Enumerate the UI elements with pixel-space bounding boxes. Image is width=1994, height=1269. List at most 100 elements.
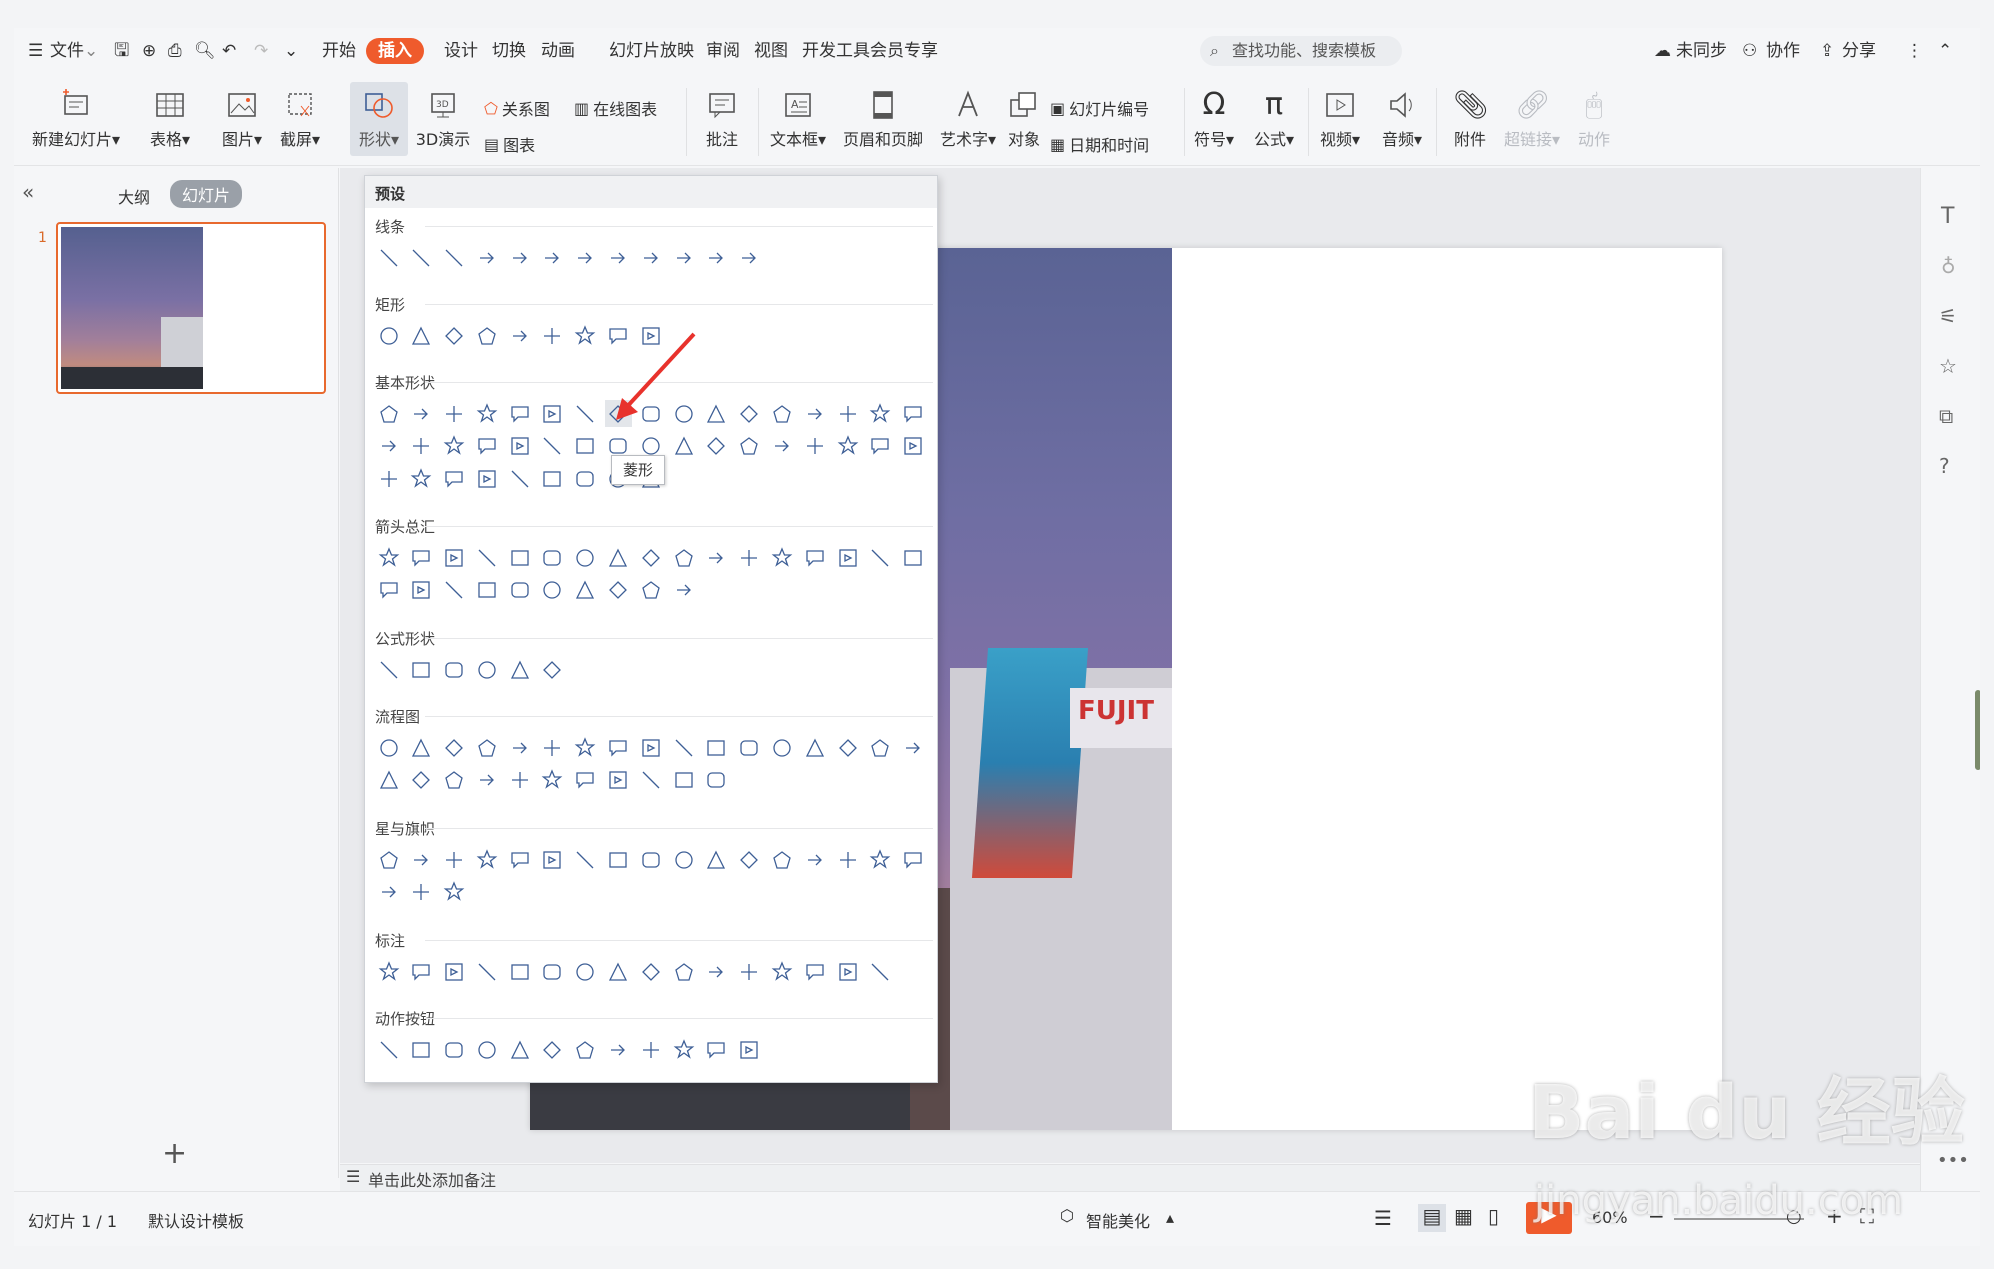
shape-item-icon[interactable] xyxy=(539,656,566,683)
shape-item-icon[interactable] xyxy=(375,958,402,985)
new-slide-button[interactable]: 新建幻灯片▾ xyxy=(28,88,124,150)
shape-item-icon[interactable] xyxy=(900,544,927,571)
shape-item-icon[interactable] xyxy=(408,656,435,683)
slides-tab[interactable]: 幻灯片 xyxy=(170,180,243,208)
shape-item-icon[interactable] xyxy=(736,958,763,985)
table-button[interactable]: 表格▾ xyxy=(146,88,194,150)
reading-view-icon[interactable]: ▯ xyxy=(1488,1204,1499,1228)
shape-item-icon[interactable] xyxy=(572,244,599,271)
comment-button[interactable]: 批注 xyxy=(698,88,746,150)
shape-item-icon[interactable] xyxy=(539,577,566,604)
shape-item-icon[interactable] xyxy=(408,734,435,761)
shape-item-icon[interactable] xyxy=(441,244,468,271)
transition-icon[interactable]: ⧉ xyxy=(1939,404,1953,428)
shape-item-icon[interactable] xyxy=(539,544,566,571)
shape-item-icon[interactable] xyxy=(703,544,730,571)
shape-item-icon[interactable] xyxy=(736,433,763,460)
shape-item-icon[interactable] xyxy=(736,244,763,271)
shape-item-icon[interactable] xyxy=(473,244,500,271)
shape-item-icon[interactable] xyxy=(539,958,566,985)
shape-item-icon[interactable] xyxy=(769,433,796,460)
shape-item-icon[interactable] xyxy=(769,400,796,427)
tab-transition[interactable]: 切换 xyxy=(492,38,526,64)
scrollbar-handle[interactable] xyxy=(1975,690,1980,770)
shape-item-icon[interactable] xyxy=(506,1036,533,1063)
shape-item-icon[interactable] xyxy=(637,958,664,985)
shape-item-icon[interactable] xyxy=(670,767,697,794)
shape-item-icon[interactable] xyxy=(572,544,599,571)
attachment-button[interactable]: 📎︎ 附件 xyxy=(1446,88,1494,150)
shape-item-icon[interactable] xyxy=(637,544,664,571)
shape-item-icon[interactable] xyxy=(867,433,894,460)
shape-item-icon[interactable] xyxy=(506,400,533,427)
share-button[interactable]: 分享 xyxy=(1842,38,1876,64)
shape-item-icon[interactable] xyxy=(375,734,402,761)
shape-item-icon[interactable] xyxy=(736,734,763,761)
notes-toggle-icon[interactable]: ☰ xyxy=(1374,1206,1392,1230)
shape-item-icon[interactable] xyxy=(670,1036,697,1063)
shape-item-icon[interactable] xyxy=(441,958,468,985)
shape-item-icon[interactable] xyxy=(637,1036,664,1063)
online-chart-button[interactable]: ▥ 在线图表 xyxy=(574,96,657,120)
shape-item-icon[interactable] xyxy=(408,465,435,492)
shape-item-icon[interactable] xyxy=(375,656,402,683)
shape-item-icon[interactable] xyxy=(539,322,566,349)
shape-item-icon[interactable] xyxy=(703,244,730,271)
shape-item-icon[interactable] xyxy=(473,400,500,427)
shape-item-icon[interactable] xyxy=(637,244,664,271)
shape-item-icon[interactable] xyxy=(670,846,697,873)
tab-developer[interactable]: 开发工具 xyxy=(802,38,870,64)
shape-item-icon[interactable] xyxy=(408,400,435,427)
shape-item-icon[interactable] xyxy=(834,846,861,873)
slide-thumbnail[interactable] xyxy=(56,222,326,394)
shape-item-icon[interactable] xyxy=(506,846,533,873)
tab-design[interactable]: 设计 xyxy=(444,38,478,64)
share-icon[interactable]: ⇪ xyxy=(1820,38,1834,64)
shape-item-icon[interactable] xyxy=(769,958,796,985)
smartart-button[interactable]: ⬠ 关系图 xyxy=(484,96,550,120)
symbol-button[interactable]: Ω 符号▾ xyxy=(1190,88,1238,150)
chevron-down-icon[interactable]: ⌄ xyxy=(84,38,98,64)
shape-item-icon[interactable] xyxy=(441,465,468,492)
shape-item-icon[interactable] xyxy=(506,322,533,349)
shape-item-icon[interactable] xyxy=(408,1036,435,1063)
shape-item-icon[interactable] xyxy=(441,400,468,427)
chevron-up-icon[interactable]: ▴ xyxy=(1166,1208,1174,1227)
shape-item-icon[interactable] xyxy=(506,433,533,460)
shape-item-icon[interactable] xyxy=(605,577,632,604)
video-button[interactable]: 视频▾ xyxy=(1316,88,1364,150)
beautify-button[interactable]: 智能美化 xyxy=(1086,1208,1150,1232)
tab-view[interactable]: 视图 xyxy=(754,38,788,64)
header-footer-button[interactable]: 页眉和页脚 xyxy=(840,88,926,150)
shape-item-icon[interactable] xyxy=(900,846,927,873)
shape-item-icon[interactable] xyxy=(473,958,500,985)
shape-item-icon[interactable] xyxy=(441,544,468,571)
screenshot-button[interactable]: 截屏▾ xyxy=(276,88,324,150)
cloud-sync-icon[interactable]: ☁ xyxy=(1654,38,1671,64)
shape-item-icon[interactable] xyxy=(572,1036,599,1063)
shape-item-icon[interactable] xyxy=(801,958,828,985)
shape-item-icon[interactable] xyxy=(703,958,730,985)
shape-item-icon[interactable] xyxy=(539,244,566,271)
shape-item-icon[interactable] xyxy=(473,465,500,492)
star-icon[interactable]: ☆ xyxy=(1939,354,1957,378)
shape-item-icon[interactable] xyxy=(408,958,435,985)
shape-item-icon[interactable] xyxy=(900,433,927,460)
shape-item-icon[interactable] xyxy=(375,1036,402,1063)
shape-item-icon[interactable] xyxy=(375,879,402,906)
shape-item-icon[interactable] xyxy=(506,465,533,492)
shape-item-icon[interactable] xyxy=(834,400,861,427)
shape-item-icon[interactable] xyxy=(703,846,730,873)
shape-item-icon[interactable] xyxy=(572,846,599,873)
textbox-button[interactable]: A 文本框▾ xyxy=(766,88,830,150)
shape-item-icon[interactable] xyxy=(506,656,533,683)
customize-icon[interactable]: ⌄ xyxy=(284,38,298,64)
shape-item-icon[interactable] xyxy=(539,1036,566,1063)
shape-item-icon[interactable] xyxy=(473,1036,500,1063)
shape-item-icon[interactable] xyxy=(408,879,435,906)
3d-demo-button[interactable]: 3D 3D演示 xyxy=(414,88,472,150)
outline-tab[interactable]: 大纲 xyxy=(118,184,150,208)
shape-item-icon[interactable] xyxy=(408,433,435,460)
shape-item-icon[interactable] xyxy=(375,322,402,349)
shape-item-icon[interactable] xyxy=(506,767,533,794)
